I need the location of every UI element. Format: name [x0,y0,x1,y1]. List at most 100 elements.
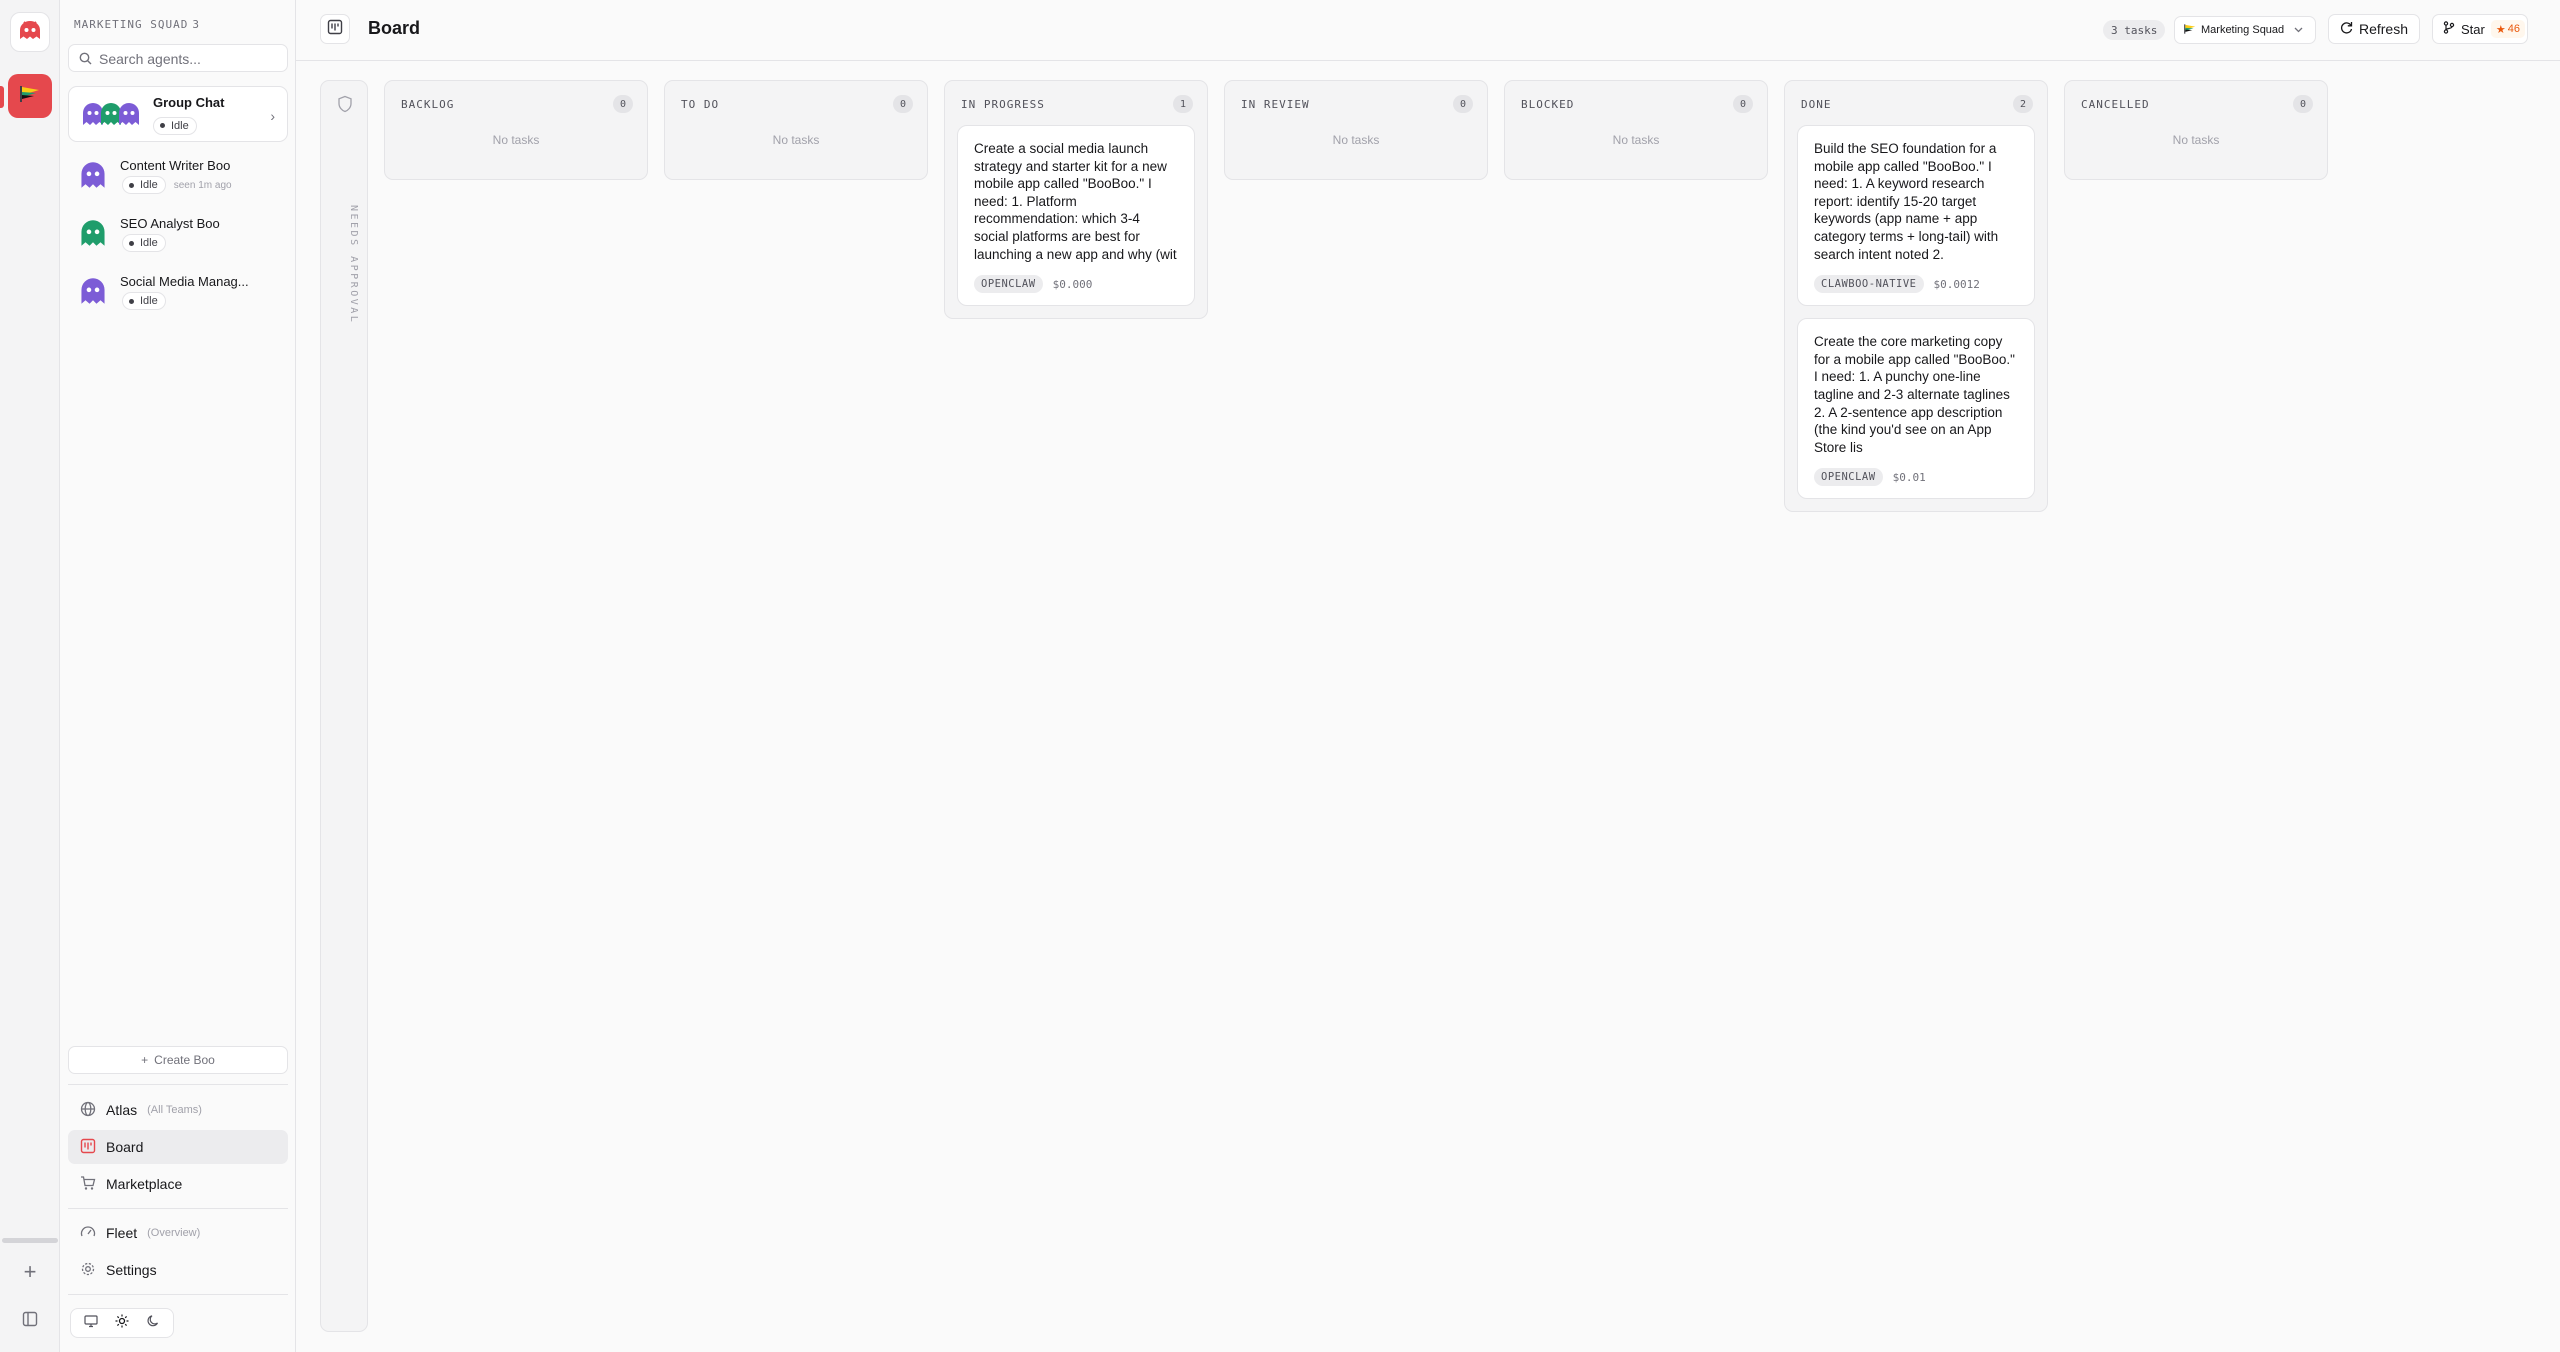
column-header: IN REVIEW 0 [1225,81,1487,123]
column-header: BLOCKED 0 [1505,81,1767,123]
sun-icon[interactable] [115,1314,129,1333]
divider [68,1084,288,1085]
column-blocked: BLOCKED 0 No tasks [1504,80,1768,180]
column-to-do: TO DO 0 No tasks [664,80,928,180]
team-marketing-squad-button[interactable] [8,74,52,118]
team-rail: + [0,0,60,1352]
nav-sub: (Overview) [147,1227,201,1239]
agent-item-content-writer[interactable]: Content Writer Boo Idle seen 1m ago [68,152,288,204]
toggle-sidebar-button[interactable] [18,1310,42,1332]
refresh-label: Refresh [2358,21,2409,37]
search-box [68,44,288,72]
empty-state: No tasks [1332,133,1380,147]
needs-approval-column[interactable]: NEEDS APPROVAL [320,80,368,1332]
moon-icon[interactable] [146,1314,160,1333]
column-title: CANCELLED [2081,98,2150,111]
refresh-button[interactable]: Refresh [2328,14,2420,44]
nav-fleet[interactable]: Fleet (Overview) [68,1216,288,1250]
agent-item-social-media-manager[interactable]: Social Media Manag... Idle [68,268,288,320]
team-agent-count: 3 [192,18,200,31]
monitor-icon[interactable] [84,1314,98,1333]
star-label: Star [2461,21,2485,37]
task-card[interactable]: Create a social media launch strategy an… [957,125,1195,307]
gear-icon [80,1261,96,1280]
column-header: DONE 2 [1785,81,2047,123]
runtime-tag: OPENCLAW [1814,468,1883,487]
active-team-indicator [0,86,4,108]
flag-icon [2183,23,2197,38]
cart-icon [80,1175,96,1194]
divider [68,1208,288,1209]
column-title: IN PROGRESS [961,98,1045,111]
app-logo[interactable] [10,12,50,52]
nav-label: Atlas [106,1102,138,1118]
star-icon: ★ [2495,23,2506,36]
column-title: DONE [1801,98,1832,111]
chevron-right-icon: › [270,108,275,124]
column-count: 2 [2013,95,2033,113]
team-label: MARKETING SQUAD 3 [74,18,200,31]
board-menu-button[interactable] [320,14,350,44]
group-chat-card[interactable]: Group Chat Idle › [68,86,288,142]
column-in-progress: IN PROGRESS 1 Create a social media laun… [944,80,1208,320]
task-meta: OPENCLAW $0.000 [974,275,1178,294]
nav-sub: (All Teams) [147,1104,202,1116]
column-backlog: BACKLOG 0 No tasks [384,80,648,180]
search-input[interactable] [99,49,283,69]
column-count: 0 [1453,95,1473,113]
column-header: TO DO 0 [665,81,927,123]
status-text: Idle [171,119,189,132]
page-title: Board [368,18,421,38]
create-boo-button[interactable]: + Create Boo [68,1046,288,1074]
nav-marketplace[interactable]: Marketplace [68,1167,288,1201]
column-header: BACKLOG 0 [385,81,647,123]
nav-atlas[interactable]: Atlas (All Teams) [68,1093,288,1127]
agent-status-row: Idle [122,234,166,252]
column-in-review: IN REVIEW 0 No tasks [1224,80,1488,180]
task-card[interactable]: Create the core marketing copy for a mob… [1797,318,2035,500]
kanban-icon [80,1138,96,1157]
flag-icon [18,84,42,109]
last-seen-text: seen 1m ago [173,179,232,191]
agent-status-row: Idle [122,292,166,310]
empty-state: No tasks [2172,133,2220,147]
column-count: 0 [893,95,913,113]
nav-label: Marketplace [106,1176,183,1192]
star-count: 46 [2507,23,2520,35]
column-title: BLOCKED [1521,98,1575,111]
task-cost: $0.0012 [1933,277,1980,291]
nav-settings[interactable]: Settings [68,1253,288,1287]
agent-status-row: Idle seen 1m ago [122,176,232,194]
status-text: Idle [140,237,158,249]
task-description: Build the SEO foundation for a mobile ap… [1814,141,1999,262]
gauge-icon [80,1224,96,1243]
panel-icon [22,1311,38,1332]
empty-state: No tasks [492,133,540,147]
team-select[interactable]: Marketing Squad [2174,16,2316,44]
rail-divider [2,1238,58,1243]
status-text: Idle [140,295,158,307]
add-team-button[interactable]: + [16,1258,44,1286]
chevron-down-icon [2294,24,2303,36]
column-header: CANCELLED 0 [2065,81,2327,123]
agent-name: Social Media Manag... [120,274,249,289]
runtime-tag: OPENCLAW [974,275,1043,294]
kanban-icon [327,19,343,40]
nav-board[interactable]: Board [68,1130,288,1164]
task-cost: $0.01 [1892,470,1926,484]
column-count: 0 [1733,95,1753,113]
column-title: IN REVIEW [1241,98,1310,111]
team-select-value: Marketing Squad [2201,24,2285,36]
group-chat-title: Group Chat [153,95,225,110]
agent-sidebar: MARKETING SQUAD3 Group Chat Idle › Conte… [60,0,296,1352]
agent-item-seo-analyst[interactable]: SEO Analyst Boo Idle [68,210,288,262]
group-chat-status-wrap: Idle [153,115,197,135]
github-star-button[interactable]: Star ★ 46 [2432,14,2528,44]
task-meta: CLAWBOO-NATIVE $0.0012 [1814,275,2018,294]
task-count-badge: 3 tasks [2103,20,2166,40]
column-count: 1 [1173,95,1193,113]
needs-approval-label: NEEDS APPROVAL [348,205,359,325]
task-card[interactable]: Build the SEO foundation for a mobile ap… [1797,125,2035,307]
nav-label: Settings [106,1262,157,1278]
nav-label: Fleet [106,1225,138,1241]
